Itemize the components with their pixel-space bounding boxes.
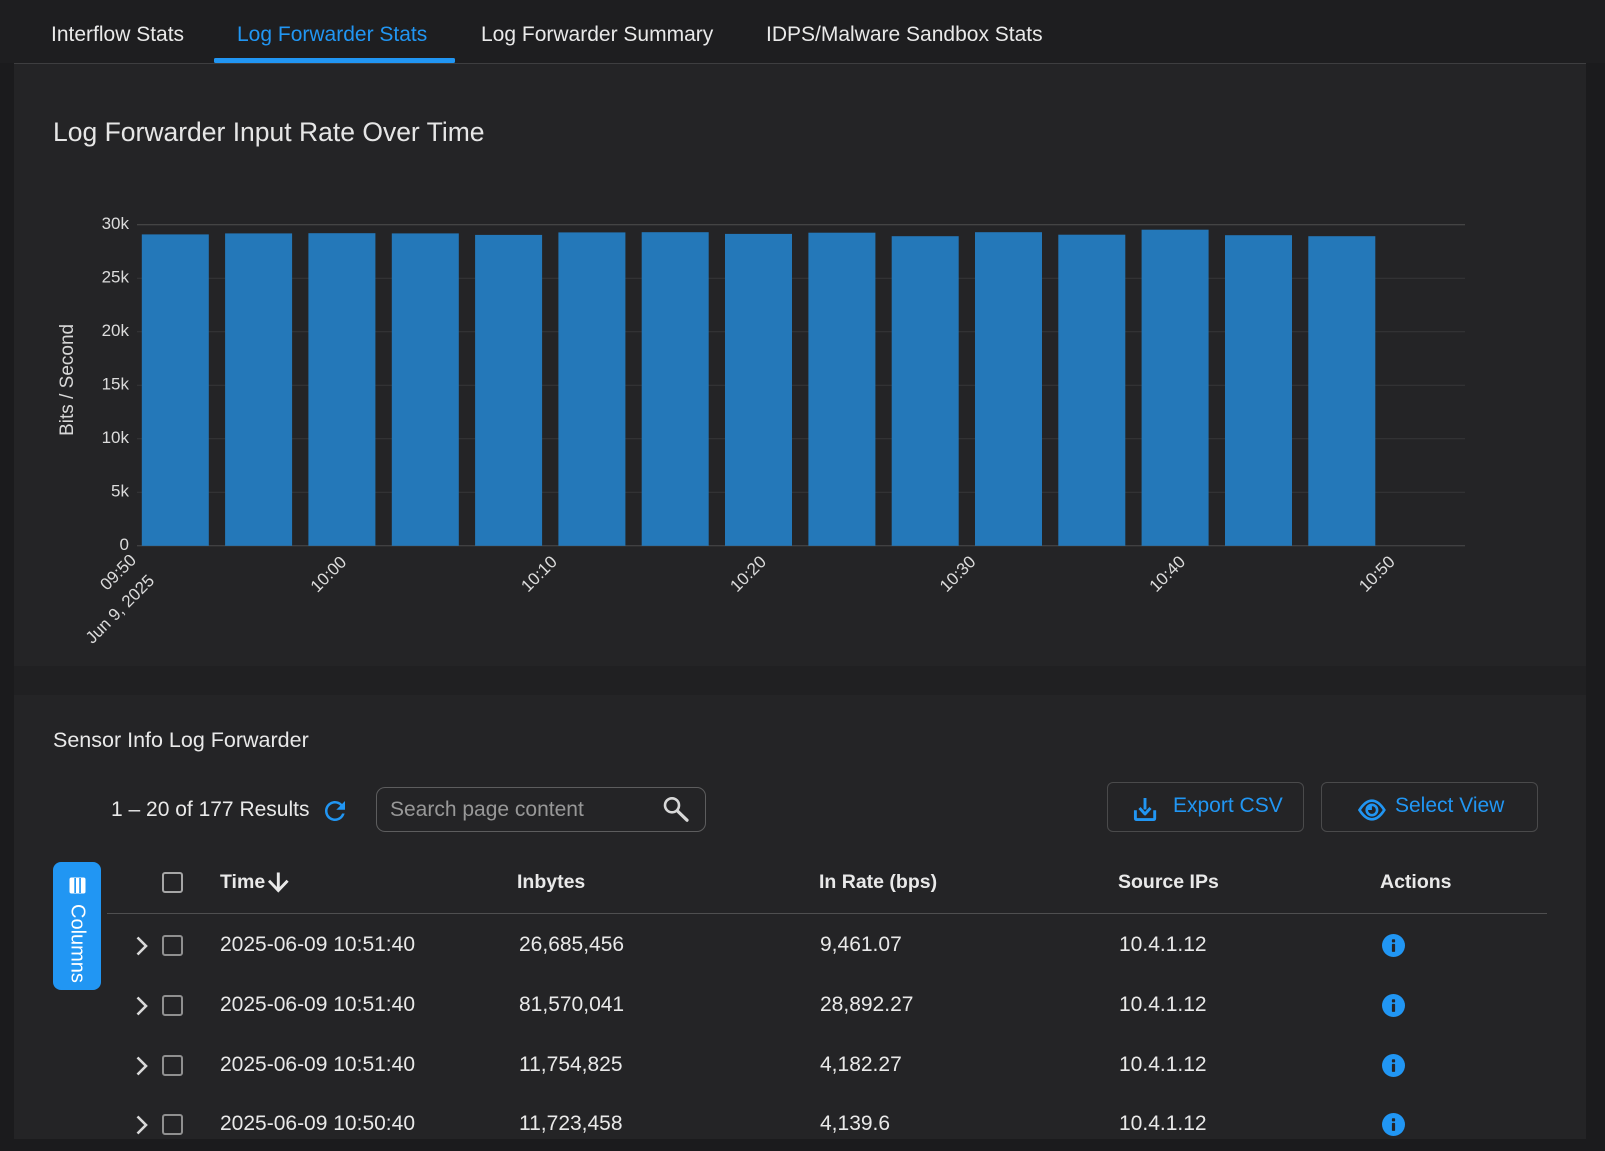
svg-text:10:30: 10:30 <box>936 552 980 596</box>
svg-text:0: 0 <box>120 535 129 554</box>
svg-text:10:00: 10:00 <box>307 553 351 597</box>
svg-text:20k: 20k <box>102 321 130 340</box>
svg-text:10:40: 10:40 <box>1146 552 1190 596</box>
svg-text:10:50: 10:50 <box>1355 552 1399 596</box>
svg-text:5k: 5k <box>111 482 129 501</box>
svg-text:10:10: 10:10 <box>517 552 561 596</box>
svg-text:Bits / Second: Bits / Second <box>57 324 78 436</box>
svg-text:15k: 15k <box>102 375 130 394</box>
svg-text:25k: 25k <box>102 268 130 287</box>
svg-text:10:20: 10:20 <box>726 552 770 596</box>
svg-text:30k: 30k <box>102 214 130 233</box>
svg-text:10k: 10k <box>102 428 130 447</box>
